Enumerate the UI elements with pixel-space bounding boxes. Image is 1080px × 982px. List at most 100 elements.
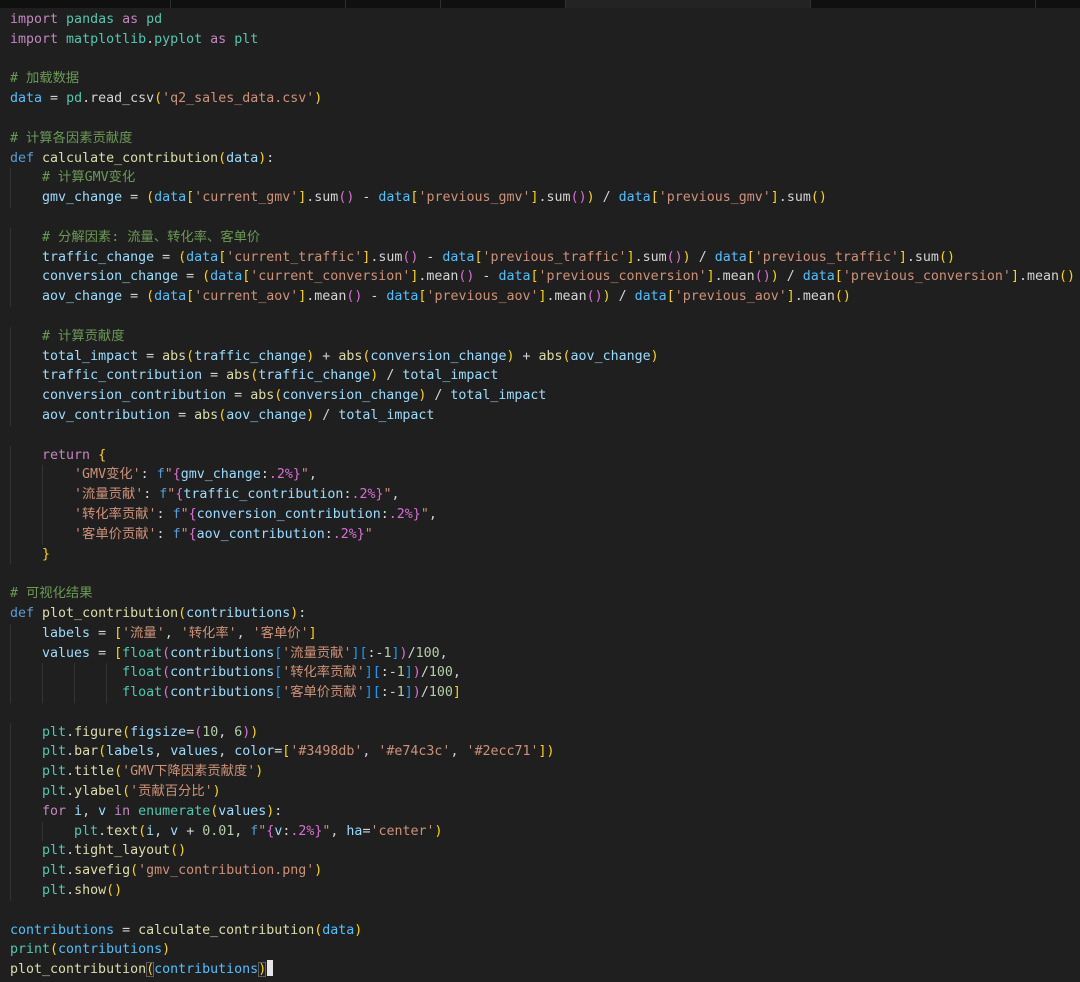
code-token: ( [146,289,155,305]
code-line[interactable]: gmv_change = (data['current_gmv'].sum() … [0,188,1080,208]
code-token: aov_change [570,348,651,364]
code-line[interactable]: for i, v in enumerate(values): [0,801,1080,822]
code-token: [ [530,269,539,285]
code-token: . [634,249,643,265]
code-line[interactable]: # 计算GMV变化 [0,168,1080,189]
code-line[interactable]: def calculate_contribution(data): [0,149,1080,169]
code-line[interactable]: total_impact = abs(traffic_change) + abs… [0,346,1080,367]
code-token: 100 [428,665,453,681]
code-line[interactable]: contributions = calculate_contribution(d… [0,921,1080,941]
code-token: abs [538,348,563,364]
code-line[interactable] [0,564,1080,584]
code-token: ( [1059,269,1068,285]
active-tab[interactable] [565,0,810,8]
code-token: ) [314,91,323,107]
code-line[interactable]: } [0,544,1080,565]
code-line[interactable]: '转化率贡献': f"{conversion_contribution:.2%}… [0,504,1080,525]
code-token: [ [186,289,195,305]
code-token: . [714,269,723,285]
code-token: ) [674,249,683,265]
code-line[interactable]: traffic_contribution = abs(traffic_chang… [0,366,1080,387]
code-token: , [428,506,437,522]
code-line[interactable]: aov_contribution = abs(aov_change) / tot… [0,405,1080,426]
code-line[interactable]: plt.bar(labels, values, color=['#3498db'… [0,742,1080,763]
code-line[interactable]: # 分解因素: 流量、转化率、客单价 [0,227,1080,248]
code-token: ] [786,289,795,305]
indent-guide [10,247,11,268]
code-token: - [418,249,443,265]
code-line[interactable]: import matplotlib.pyplot as plt [0,30,1080,50]
code-token: [ [746,249,755,265]
code-line[interactable]: plt.savefig('gmv_contribution.png') [0,861,1080,882]
code-token: ] [770,190,779,206]
code-token: ) [946,249,955,265]
code-token: ) [842,289,851,305]
code-line[interactable] [0,426,1080,446]
code-line[interactable]: float(contributions['转化率贡献'][:-1])/100, [0,663,1080,684]
code-token: float [122,665,163,681]
code-line[interactable]: plt.title('GMV下降因素贡献度') [0,762,1080,783]
tab-bar[interactable] [0,0,1080,8]
code-line[interactable] [0,208,1080,228]
code-token: ) [682,249,691,265]
code-editor[interactable]: import pandas as pd import matplotlib.pyp… [0,8,1080,982]
code-line[interactable]: '客单价贡献': f"{aov_contribution:.2%}" [0,524,1080,545]
code-line[interactable]: # 加载数据 [0,69,1080,89]
code-token: data [154,190,187,206]
code-line[interactable]: values = [float(contributions['流量贡献'][:-… [0,643,1080,664]
code-token: traffic_contribution [183,487,344,503]
code-token: . [66,843,75,859]
code-token: data [378,190,411,206]
code-token: abs [250,388,275,404]
code-token: + [514,348,539,364]
code-line[interactable]: def plot_contribution(contributions): [0,604,1080,624]
code-line[interactable] [0,703,1080,723]
code-token: '客单价贡献' [282,685,365,701]
code-token: data [210,269,243,285]
code-line[interactable]: aov_change = (data['current_aov'].mean()… [0,287,1080,307]
code-line[interactable]: plot_contribution(contributions) [0,960,1080,980]
code-token: traffic_change [194,348,307,364]
code-token: 'previous_conversion' [842,269,1011,285]
code-line[interactable] [0,50,1080,70]
code-line[interactable]: # 计算贡献度 [0,326,1080,347]
code-line[interactable]: 'GMV变化': f"{gmv_change:.2%}", [0,465,1080,486]
code-token: : [156,526,165,542]
code-line[interactable]: print(contributions) [0,940,1080,960]
code-line[interactable]: plt.show() [0,881,1080,901]
code-line[interactable] [0,901,1080,921]
code-line[interactable]: plt.ylabel('贡献百分比') [0,782,1080,802]
code-token: data [226,150,259,166]
code-token: traffic_change [42,249,155,265]
code-line[interactable]: # 计算各因素贡献度 [0,129,1080,149]
code-line[interactable]: plt.figure(figsize=(10, 6)) [0,722,1080,743]
code-token: ( [178,605,187,621]
indent-guide [10,405,11,426]
code-line[interactable]: float(contributions['客单价贡献'][:-1])/100] [0,683,1080,703]
code-token: ( [202,269,211,285]
code-line[interactable]: '流量贡献': f"{traffic_contribution:.2%}", [0,485,1080,505]
code-line[interactable] [0,109,1080,129]
code-line[interactable]: conversion_change = (data['current_conve… [0,267,1080,288]
code-line[interactable]: plt.tight_layout() [0,841,1080,862]
code-token: : [324,526,333,542]
code-line[interactable]: import pandas as pd [0,10,1080,30]
code-line[interactable] [0,307,1080,327]
code-line[interactable]: labels = ['流量', '转化率', '客单价'] [0,623,1080,644]
code-line[interactable]: traffic_change = (data['current_traffic'… [0,247,1080,268]
code-token: '客单价' [252,625,309,641]
code-line[interactable]: # 可视化结果 [0,584,1080,604]
code-line[interactable]: data = pd.read_csv('q2_sales_data.csv') [0,89,1080,109]
code-line[interactable]: plt.text(i, v + 0.01, f"{v:.2%}", ha='ce… [0,821,1080,842]
indent-guide [42,524,43,545]
indent-guide [10,861,11,882]
code-line[interactable]: return { [0,445,1080,466]
code-token: ) [578,190,587,206]
code-token: contributions [170,645,275,661]
code-token: data [714,249,747,265]
code-token: matplotlib [58,31,147,47]
code-token: ( [562,348,571,364]
code-line[interactable]: conversion_contribution = abs(conversion… [0,386,1080,406]
